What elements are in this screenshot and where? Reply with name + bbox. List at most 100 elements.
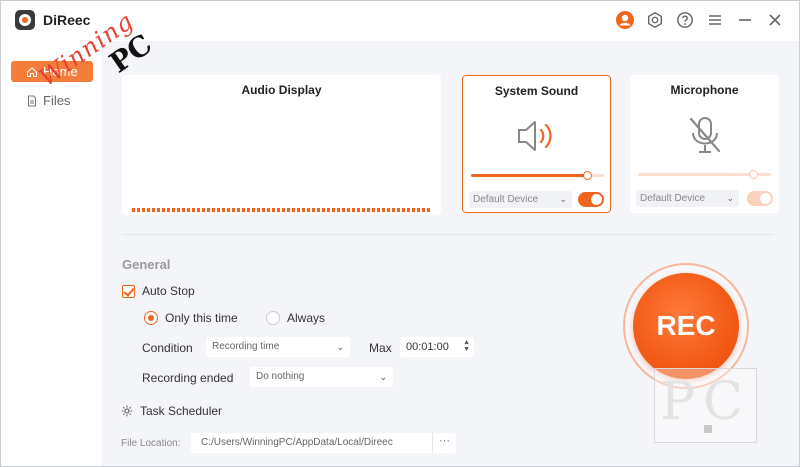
chevron-down-icon: ⌄ xyxy=(726,193,734,203)
level-segment xyxy=(212,208,215,212)
level-segment xyxy=(347,208,350,212)
file-icon xyxy=(28,95,36,106)
level-segment xyxy=(362,208,365,212)
level-segment xyxy=(337,208,340,212)
sidebar: Home Files xyxy=(1,41,103,466)
level-segment xyxy=(267,208,270,212)
condition-label: Condition xyxy=(142,341,193,355)
level-segment xyxy=(277,208,280,212)
level-segment xyxy=(377,208,380,212)
file-location-input[interactable]: C:/Users/WinningPC/AppData/Local/Direec xyxy=(191,433,455,453)
condition-value: Recording time xyxy=(212,341,280,352)
level-segment xyxy=(367,208,370,212)
radio-always[interactable]: Always xyxy=(266,311,325,325)
minimize-icon[interactable] xyxy=(735,10,755,30)
app-logo-icon xyxy=(15,10,35,30)
time-spinner[interactable]: ▲ ▼ xyxy=(463,339,470,353)
sidebar-item-label: Files xyxy=(43,93,71,108)
microphone-device-select[interactable]: Default Device ⌄ xyxy=(636,190,739,207)
app-title: DiReec xyxy=(43,12,91,28)
home-icon xyxy=(26,66,38,77)
recording-ended-select[interactable]: Do nothing ⌄ xyxy=(250,367,393,387)
system-sound-volume-slider[interactable] xyxy=(471,171,604,180)
level-segment xyxy=(217,208,220,212)
settings-icon[interactable] xyxy=(645,10,665,30)
general-section-title: General xyxy=(122,257,171,272)
microphone-title: Microphone xyxy=(670,83,739,97)
level-segment xyxy=(292,208,295,212)
level-segment xyxy=(312,208,315,212)
microphone-card[interactable]: Microphone Default Device ⌄ xyxy=(630,75,779,213)
microphone-toggle[interactable] xyxy=(747,191,773,206)
radio-only-this-time[interactable]: Only this time xyxy=(144,311,238,325)
close-icon[interactable] xyxy=(765,10,785,30)
level-segment xyxy=(422,208,425,212)
device-select-value: Default Device xyxy=(473,194,539,205)
level-segment xyxy=(322,208,325,212)
recording-ended-value: Do nothing xyxy=(256,371,305,382)
level-segment xyxy=(142,208,145,212)
level-segment xyxy=(412,208,415,212)
level-segment xyxy=(352,208,355,212)
app-window: DiReec Home Files Audio Display System S… xyxy=(0,0,800,467)
level-segment xyxy=(332,208,335,212)
level-segment xyxy=(182,208,185,212)
gear-icon xyxy=(121,405,133,417)
slider-handle[interactable] xyxy=(749,170,758,179)
slider-handle[interactable] xyxy=(583,171,592,180)
system-sound-toggle[interactable] xyxy=(578,192,604,207)
rec-button[interactable]: REC xyxy=(633,273,739,379)
level-segment xyxy=(407,208,410,212)
chevron-down-icon: ⌄ xyxy=(379,372,387,382)
sidebar-item-files[interactable]: Files xyxy=(11,90,93,111)
file-location-value: C:/Users/WinningPC/AppData/Local/Direec xyxy=(201,437,393,448)
radio-button[interactable] xyxy=(144,311,158,325)
max-label: Max xyxy=(369,341,392,355)
radio-label: Always xyxy=(287,311,326,325)
condition-select[interactable]: Recording time ⌄ xyxy=(206,337,350,357)
level-segment xyxy=(247,208,250,212)
section-divider xyxy=(122,234,774,235)
audio-level-meter xyxy=(132,208,430,212)
auto-stop-label: Auto Stop xyxy=(142,284,195,298)
max-time-input[interactable]: 00:01:00 ▲ ▼ xyxy=(400,337,474,357)
task-scheduler-button[interactable]: Task Scheduler xyxy=(121,404,222,418)
speaker-icon xyxy=(517,121,552,151)
radio-button[interactable] xyxy=(266,311,280,325)
level-segment xyxy=(197,208,200,212)
level-segment xyxy=(342,208,345,212)
level-segment xyxy=(302,208,305,212)
level-segment xyxy=(162,208,165,212)
recording-ended-label: Recording ended xyxy=(142,371,234,385)
level-segment xyxy=(147,208,150,212)
microphone-muted-icon xyxy=(689,117,720,153)
sidebar-item-home[interactable]: Home xyxy=(11,61,93,82)
chevron-down-icon: ⌄ xyxy=(336,342,344,352)
level-segment xyxy=(427,208,430,212)
level-segment xyxy=(152,208,155,212)
radio-label: Only this time xyxy=(165,311,238,325)
level-segment xyxy=(132,208,135,212)
title-bar: DiReec xyxy=(1,1,799,41)
menu-icon[interactable] xyxy=(705,10,725,30)
level-segment xyxy=(402,208,405,212)
level-segment xyxy=(372,208,375,212)
level-segment xyxy=(257,208,260,212)
task-scheduler-label: Task Scheduler xyxy=(140,404,223,418)
audio-display-card: Audio Display xyxy=(122,75,441,215)
auto-stop-row[interactable]: Auto Stop xyxy=(122,284,195,298)
level-segment xyxy=(382,208,385,212)
system-sound-device-select[interactable]: Default Device ⌄ xyxy=(469,191,572,208)
level-segment xyxy=(137,208,140,212)
browse-folder-button[interactable]: ··· xyxy=(432,433,456,453)
system-sound-card[interactable]: System Sound Default Device ⌄ xyxy=(462,75,611,213)
auto-stop-checkbox[interactable] xyxy=(122,284,135,298)
chevron-down-icon: ⌄ xyxy=(559,194,567,204)
main-panel: Audio Display System Sound Default Devic… xyxy=(103,41,799,466)
sidebar-item-label: Home xyxy=(43,64,78,79)
help-icon[interactable] xyxy=(675,10,695,30)
user-icon[interactable] xyxy=(615,10,635,30)
level-segment xyxy=(392,208,395,212)
level-segment xyxy=(187,208,190,212)
microphone-volume-slider[interactable] xyxy=(638,170,771,179)
